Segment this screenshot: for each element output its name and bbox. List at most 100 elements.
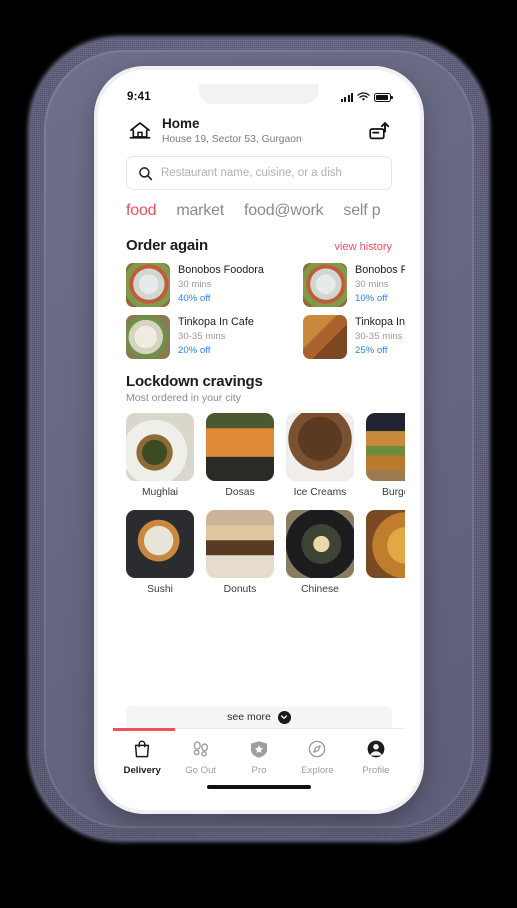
nav-profile[interactable]: Profile xyxy=(347,738,405,776)
cravings-subtitle: Most ordered in your city xyxy=(126,392,241,405)
cravings-item-donuts[interactable]: Donuts xyxy=(206,510,274,595)
order-again-card[interactable]: Bonobos Foodora 30 mins 40% off xyxy=(126,263,289,308)
category-label: Dosas xyxy=(225,487,255,499)
nav-label: Explore xyxy=(301,765,334,776)
restaurant-thumbnail xyxy=(303,263,347,308)
category-label: Chinese xyxy=(301,584,339,596)
nav-label: Pro xyxy=(251,765,267,776)
restaurant-thumbnail xyxy=(126,263,170,308)
category-image xyxy=(126,413,194,482)
cravings-header: Lockdown cravings Most ordered in your c… xyxy=(126,373,392,404)
offer-badge: 20% off xyxy=(178,344,211,356)
category-label: Sushi xyxy=(147,584,173,596)
order-again-card[interactable]: Tinkopa In Cafe 30-35 mins 20% off xyxy=(126,315,289,360)
category-tabs[interactable]: food market food@work self p xyxy=(113,190,405,228)
avatar-icon xyxy=(367,740,385,758)
cravings-section: Lockdown cravings Most ordered in your c… xyxy=(113,359,405,595)
category-image xyxy=(206,510,274,579)
restaurant-thumbnail xyxy=(126,315,170,360)
offer-badge: 10% off xyxy=(355,292,388,304)
order-again-card[interactable]: Tinkopa In Cafe 30-35 mins 25% off xyxy=(303,315,405,360)
order-again-section: Order again view history Bonobos Foodora… xyxy=(113,228,405,360)
category-image xyxy=(366,510,405,579)
cravings-item-burgers[interactable]: Burgers xyxy=(366,413,405,498)
status-icons xyxy=(340,92,393,102)
status-bar: 9:41 xyxy=(113,84,405,110)
bottom-navigation[interactable]: Delivery Go Out Pro Explore Profile xyxy=(113,728,405,796)
home-indicator xyxy=(207,784,311,789)
category-label: Ice Creams xyxy=(293,487,347,499)
see-more-bar[interactable]: see more xyxy=(126,706,392,728)
tab-self-pickup[interactable]: self p xyxy=(343,202,380,220)
cravings-title: Lockdown cravings xyxy=(126,373,263,391)
address-text-block: Home House 19, Sector 53, Gurgaon xyxy=(162,116,358,146)
search-input[interactable] xyxy=(161,167,380,180)
shopping-bag-icon xyxy=(135,740,150,758)
delivery-time: 30-35 mins xyxy=(355,330,403,342)
category-label: Donuts xyxy=(223,584,257,596)
category-image xyxy=(206,413,274,482)
phone-screen: 9:41 Home House 19, Sector 53, Gurgaon R… xyxy=(113,84,405,796)
restaurant-info: Bonobos Foodora 30 mins 40% off xyxy=(178,263,264,305)
category-image xyxy=(366,413,405,482)
restaurant-name: Tinkopa In Cafe xyxy=(178,316,254,329)
delivery-time: 30 mins xyxy=(178,278,212,290)
category-image xyxy=(286,510,354,579)
notch xyxy=(199,84,319,104)
nav-label: Profile xyxy=(362,765,390,776)
nav-go-out[interactable]: Go Out xyxy=(171,738,229,776)
category-image xyxy=(126,510,194,579)
cellular-bars-icon xyxy=(340,92,353,102)
cravings-item-sushi[interactable]: Sushi xyxy=(126,510,194,595)
restaurant-info: Bonobos Foodo 30 mins 10% off xyxy=(355,263,405,305)
cravings-item-pizza[interactable] xyxy=(366,510,405,595)
status-time: 9:41 xyxy=(127,91,151,103)
restaurant-info: Tinkopa In Cafe 30-35 mins 25% off xyxy=(355,315,405,357)
screenshot-stage: 9:41 Home House 19, Sector 53, Gurgaon R… xyxy=(0,0,517,908)
nav-label: Delivery xyxy=(123,765,161,776)
chevron-down-icon[interactable] xyxy=(277,710,291,724)
cravings-item-ice-creams[interactable]: Ice Creams xyxy=(286,413,354,498)
address-title: Home xyxy=(162,116,200,131)
battery-icon xyxy=(374,92,393,102)
home-icon xyxy=(129,122,151,139)
search-section xyxy=(113,150,405,191)
restaurant-info: Tinkopa In Cafe 30-35 mins 20% off xyxy=(178,315,254,357)
address-line: House 19, Sector 53, Gurgaon xyxy=(162,133,302,145)
nav-pro[interactable]: Pro xyxy=(230,738,288,776)
search-bar[interactable] xyxy=(126,156,392,191)
cravings-item-chinese[interactable]: Chinese xyxy=(286,510,354,595)
shield-star-icon xyxy=(251,741,268,758)
offer-badge: 25% off xyxy=(355,344,388,356)
nav-delivery[interactable]: Delivery xyxy=(113,738,171,776)
category-label: Burgers xyxy=(381,487,405,499)
category-label: Mughlai xyxy=(141,487,179,499)
offer-badge: 40% off xyxy=(178,292,211,304)
order-again-card[interactable]: Bonobos Foodo 30 mins 10% off xyxy=(303,263,405,308)
search-icon xyxy=(139,166,153,180)
nav-explore[interactable]: Explore xyxy=(288,738,346,776)
category-image xyxy=(286,413,354,482)
see-more-label: see more xyxy=(227,711,271,723)
restaurant-name: Bonobos Foodora xyxy=(178,264,264,277)
content-scroll-area[interactable]: Order again view history Bonobos Foodora… xyxy=(113,228,405,728)
share-icon[interactable] xyxy=(367,119,391,143)
restaurant-name: Tinkopa In Cafe xyxy=(355,316,405,329)
nav-label: Go Out xyxy=(185,765,217,776)
tab-food-at-work[interactable]: food@work xyxy=(244,202,324,220)
restaurant-thumbnail xyxy=(303,315,347,360)
cravings-item-dosas[interactable]: Dosas xyxy=(206,413,274,498)
tab-market[interactable]: market xyxy=(176,202,224,220)
delivery-time: 30-35 mins xyxy=(178,330,226,342)
view-history-link[interactable]: view history xyxy=(335,241,392,253)
wifi-icon xyxy=(357,92,370,101)
order-again-header: Order again view history xyxy=(126,232,392,254)
footsteps-icon xyxy=(193,741,208,757)
delivery-time: 30 mins xyxy=(355,278,389,290)
tab-food[interactable]: food xyxy=(126,202,157,220)
address-header[interactable]: Home House 19, Sector 53, Gurgaon xyxy=(113,110,405,150)
compass-icon xyxy=(309,740,326,758)
order-again-grid: Bonobos Foodora 30 mins 40% off Bonobos … xyxy=(126,254,405,360)
cravings-item-mughlai[interactable]: Mughlai xyxy=(126,413,194,498)
restaurant-name: Bonobos Foodo xyxy=(355,264,405,277)
